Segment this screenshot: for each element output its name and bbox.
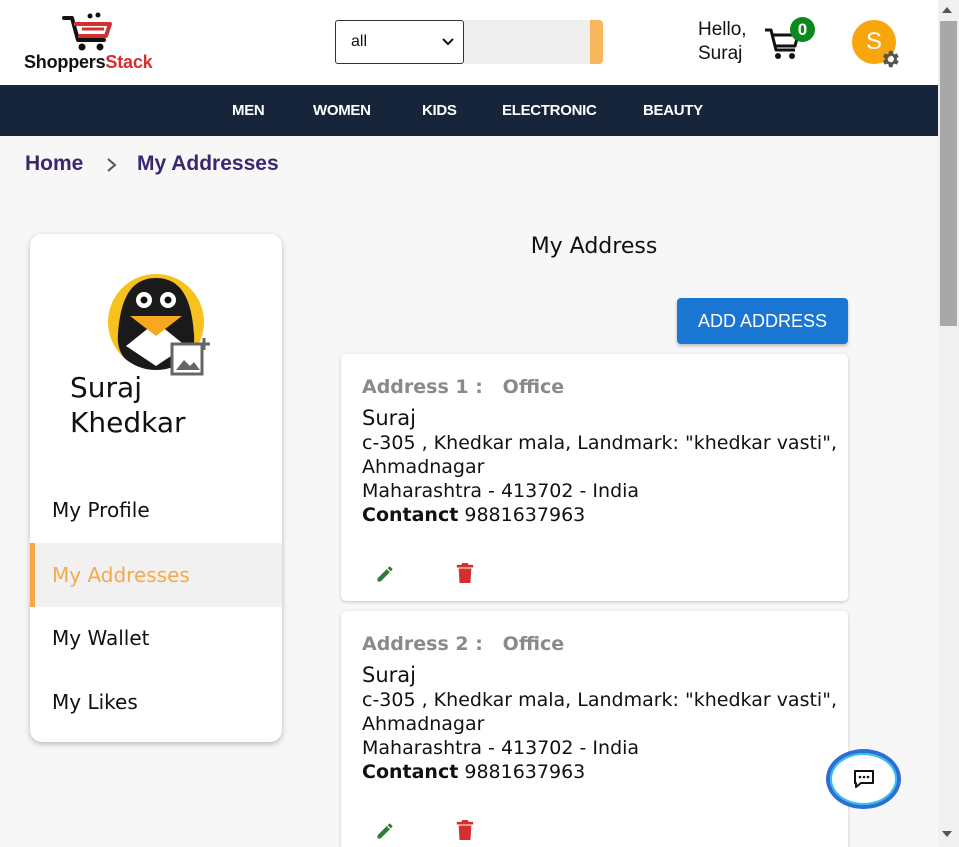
profile-sidebar: Suraj Khedkar My Profile My Addresses My… bbox=[30, 234, 282, 742]
scrollbar-thumb[interactable] bbox=[940, 21, 957, 326]
address-line-1: c-305 , Khedkar mala, Landmark: "khedkar… bbox=[362, 689, 837, 711]
address-contact: Contanct 9881637963 bbox=[362, 761, 586, 783]
sidebar-item-my-likes[interactable]: My Likes bbox=[30, 670, 282, 734]
nav-item-men[interactable]: MEN bbox=[232, 85, 265, 136]
category-nav: MEN WOMEN KIDS ELECTRONIC BEAUTY bbox=[0, 85, 938, 136]
sidebar-item-my-addresses[interactable]: My Addresses bbox=[30, 543, 282, 607]
search-input[interactable] bbox=[464, 20, 591, 64]
gear-icon[interactable] bbox=[879, 48, 901, 70]
chevron-down-icon bbox=[442, 38, 454, 46]
address-line-1: c-305 , Khedkar mala, Landmark: "khedkar… bbox=[362, 432, 837, 454]
sidebar-item-my-profile[interactable]: My Profile bbox=[30, 478, 282, 542]
chat-icon bbox=[853, 770, 874, 788]
breadcrumb-home[interactable]: Home bbox=[25, 152, 83, 176]
address-header: Address 2 : Office bbox=[362, 633, 565, 655]
address-line-3: Maharashtra - 413702 - India bbox=[362, 737, 640, 759]
address-line-2: Ahmadnagar bbox=[362, 456, 485, 478]
address-name: Suraj bbox=[362, 406, 416, 430]
address-header: Address 1 : Office bbox=[362, 376, 565, 398]
search-bar: all bbox=[335, 20, 603, 64]
nav-item-kids[interactable]: KIDS bbox=[422, 85, 457, 136]
address-contact: Contanct 9881637963 bbox=[362, 504, 586, 526]
nav-item-electronic[interactable]: ELECTRONIC bbox=[502, 85, 597, 136]
chat-button[interactable] bbox=[826, 749, 901, 809]
address-name: Suraj bbox=[362, 663, 416, 687]
sidebar-item-my-wallet[interactable]: My Wallet bbox=[30, 606, 282, 670]
logo-cart-icon bbox=[62, 12, 112, 51]
brand-name: ShoppersStack bbox=[24, 52, 153, 72]
header: ShoppersStack all Hello, Suraj 0 S bbox=[0, 0, 938, 85]
cart-count-badge: 0 bbox=[790, 17, 815, 42]
profile-name: Suraj Khedkar bbox=[70, 371, 186, 439]
address-line-2: Ahmadnagar bbox=[362, 713, 485, 735]
brand-logo[interactable]: ShoppersStack bbox=[22, 10, 172, 75]
page-title: My Address bbox=[530, 234, 658, 259]
scroll-down-icon[interactable] bbox=[942, 830, 952, 838]
edit-icon[interactable] bbox=[375, 564, 395, 584]
scroll-up-icon[interactable] bbox=[942, 6, 952, 14]
chevron-right-icon bbox=[107, 158, 117, 172]
nav-item-beauty[interactable]: BEAUTY bbox=[643, 85, 703, 136]
search-button[interactable] bbox=[590, 20, 603, 64]
category-select-value: all bbox=[351, 33, 368, 50]
breadcrumb-current: My Addresses bbox=[137, 152, 279, 175]
nav-item-women[interactable]: WOMEN bbox=[313, 85, 371, 136]
delete-icon[interactable] bbox=[456, 820, 474, 840]
category-select[interactable]: all bbox=[335, 20, 464, 64]
address-line-3: Maharashtra - 413702 - India bbox=[362, 480, 640, 502]
add-address-button[interactable]: ADD ADDRESS bbox=[677, 298, 848, 344]
address-card: Address 2 : Office Suraj c-305 , Khedkar… bbox=[341, 611, 848, 847]
address-card: Address 1 : Office Suraj c-305 , Khedkar… bbox=[341, 354, 848, 601]
delete-icon[interactable] bbox=[456, 563, 474, 583]
user-greeting: Hello, Suraj bbox=[698, 19, 747, 64]
edit-icon[interactable] bbox=[375, 821, 395, 841]
